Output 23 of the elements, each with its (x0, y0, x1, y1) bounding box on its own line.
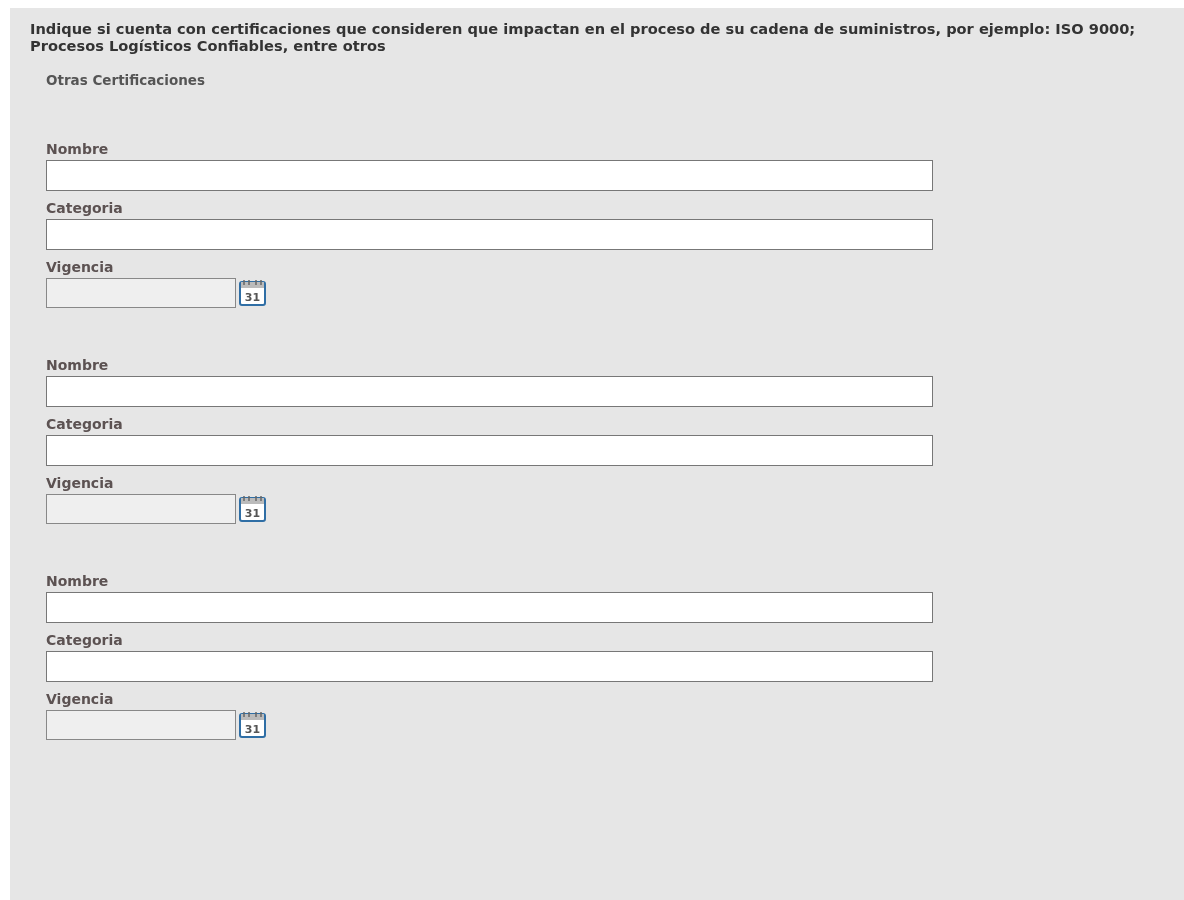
field-label: Vigencia (46, 690, 115, 709)
text-field[interactable] (46, 219, 933, 250)
section-title: Otras Certificaciones (46, 72, 207, 88)
date-field[interactable] (46, 710, 236, 740)
text-field[interactable] (46, 376, 933, 407)
date-field[interactable] (46, 278, 236, 308)
date-field[interactable] (46, 494, 236, 524)
calendar-icon[interactable]: 31 (238, 278, 268, 308)
field-label: Nombre (46, 572, 110, 591)
field-label: Categoria (46, 631, 124, 650)
calendar-icon[interactable]: 31 (238, 494, 268, 524)
calendar-icon[interactable]: 31 (238, 710, 268, 740)
text-field[interactable] (46, 592, 933, 623)
field-label: Vigencia (46, 474, 115, 493)
field-label: Categoria (46, 199, 124, 218)
text-field[interactable] (46, 651, 933, 682)
text-field[interactable] (46, 160, 933, 191)
field-label: Nombre (46, 356, 110, 375)
question-text: Indique si cuenta con certificaciones que consideren que impactan en el proceso de su cadena de suministros, por ejemplo: ISO 9000; Procesos Logísticos Confiables, entre otros (30, 20, 1137, 54)
field-label: Nombre (46, 140, 110, 159)
text-field[interactable] (46, 435, 933, 466)
field-label: Vigencia (46, 258, 115, 277)
field-label: Categoria (46, 415, 124, 434)
